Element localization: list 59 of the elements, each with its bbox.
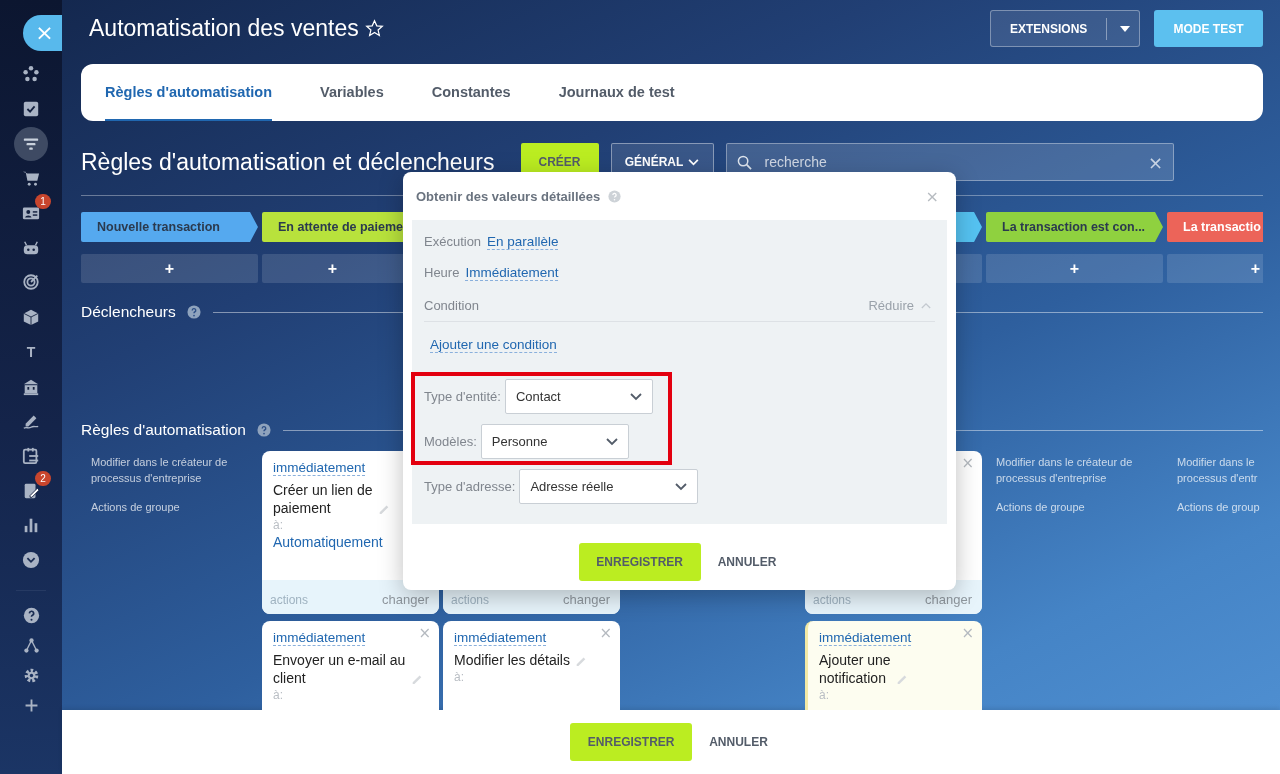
notification-badge: 2 (35, 471, 51, 487)
rule-title: Modifier les détails (454, 651, 570, 669)
clear-button[interactable]: × (1147, 151, 1163, 173)
section-heading: Règles d'automatisation (81, 421, 246, 439)
add-condition-link[interactable]: Ajouter une condition (430, 337, 557, 353)
recipient-label: à: (819, 688, 830, 702)
tab[interactable]: Journaux de test (558, 64, 675, 121)
stage-header[interactable]: La transactio (1167, 212, 1263, 242)
field-label: Type d'entité: (424, 389, 501, 404)
section-heading: Déclencheurs (81, 303, 176, 321)
rule-title: Ajouter une notification (819, 651, 891, 687)
value-link[interactable]: Immédiatement (465, 264, 559, 281)
dropdown-field[interactable]: Contact (504, 379, 653, 414)
group-action-link[interactable]: Modifier dans le créateur de processus d'entreprise (91, 454, 248, 486)
dropdown-field[interactable]: Adresse réelle (519, 469, 699, 504)
stage-header[interactable]: La transaction est con... (986, 212, 1163, 242)
cancel-button[interactable]: ANNULER (705, 735, 772, 749)
page-title: Automatisation des ventes (89, 15, 359, 42)
extensions-split-button[interactable]: EXTENSIONS (990, 10, 1140, 47)
dialog-title: Obtenir des valeurs détaillées (416, 188, 601, 204)
menu-item[interactable]: T (26, 343, 36, 360)
rule-card[interactable]: immédiatement Envoyer un e-mail au client à: × (262, 621, 439, 710)
save-button[interactable]: ENREGISTRER (578, 543, 701, 581)
tab[interactable]: Variables (320, 64, 384, 121)
field-label: Heure (424, 265, 460, 280)
timing-link[interactable]: immédiatement (454, 630, 547, 646)
tab[interactable]: Constantes (431, 64, 511, 121)
cancel-button[interactable]: ANNULER (713, 555, 781, 569)
timing-link[interactable]: immédiatement (273, 460, 366, 476)
save-button[interactable]: ENREGISTRER (570, 723, 693, 761)
change-link[interactable]: changer (925, 592, 972, 607)
field-label: Modèles: (424, 434, 477, 449)
rule-title: Créer un lien de paiement (273, 481, 373, 517)
change-link[interactable]: changer (382, 592, 429, 607)
group-action-link[interactable]: Modifier dans le processus d'entr (1177, 454, 1263, 486)
rule-title: Envoyer un e-mail au client (273, 651, 406, 687)
timing-link[interactable]: immédiatement (273, 630, 366, 646)
add-rule-button[interactable]: + (262, 254, 403, 283)
recipient-label: à: (454, 670, 465, 684)
section-heading: Règles d'automatisation et déclencheurs (81, 148, 495, 176)
group-action-link[interactable]: Modifier dans le créateur de processus d'entreprise (996, 454, 1153, 486)
recipient-label: à: (273, 688, 284, 702)
section-label: Condition (424, 298, 479, 313)
notification-badge: 1 (35, 193, 51, 209)
group-action-link[interactable]: Actions de groupe (91, 499, 248, 515)
add-rule-button[interactable]: + (986, 254, 1163, 283)
group-action-link[interactable]: Actions de groupe (996, 499, 1153, 515)
recipient-link[interactable]: Automatiquement (273, 534, 383, 550)
group-action-link[interactable]: Actions de group (1177, 499, 1263, 515)
value-link[interactable]: En parallèle (487, 233, 559, 250)
stage-header[interactable]: Nouvelle transaction (81, 212, 258, 242)
rule-card[interactable]: immédiatement Ajouter une notification à: × (805, 621, 982, 710)
add-rule-button[interactable]: + (81, 254, 258, 283)
tab[interactable]: Règles d'automatisation (105, 64, 272, 121)
recipient-label: à: (273, 518, 284, 532)
dropdown-field[interactable]: Personne (480, 424, 629, 459)
add-rule-button[interactable]: + (1167, 254, 1263, 283)
timing-link[interactable]: immédiatement (819, 630, 912, 646)
rule-card[interactable]: immédiatement Modifier les détails à: × (443, 621, 620, 710)
